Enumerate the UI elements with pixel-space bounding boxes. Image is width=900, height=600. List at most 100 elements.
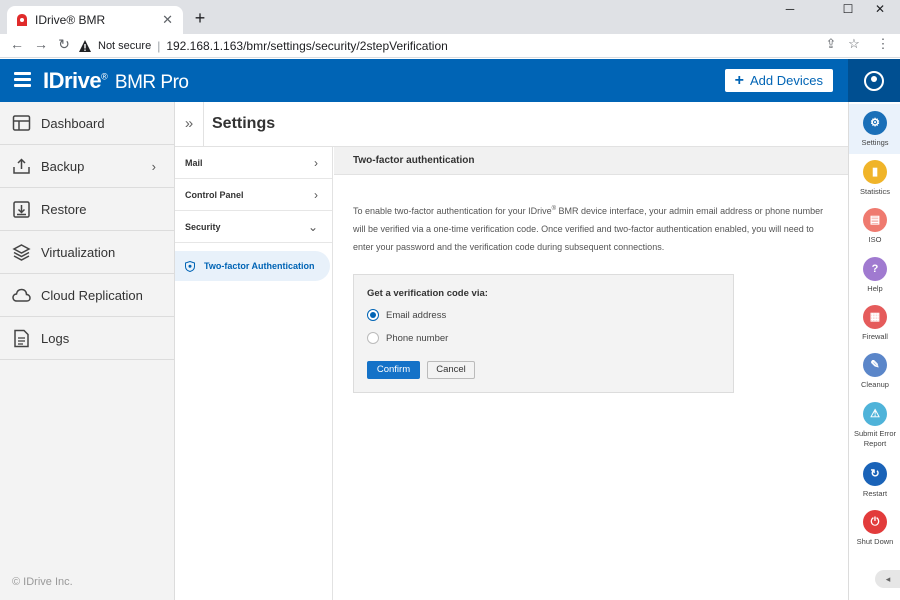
- settings-header: » Settings: [175, 102, 848, 147]
- user-account-area[interactable]: [848, 59, 900, 102]
- left-sidebar: Dashboard Backup › Restore Virtualizatio…: [0, 102, 175, 600]
- brand-logo: IDrive® BMR Pro: [43, 68, 189, 94]
- restart-icon: ↻: [863, 462, 887, 486]
- double-chevron-right-icon[interactable]: »: [175, 102, 204, 147]
- rail-item-restart[interactable]: ↻ Restart: [849, 462, 900, 499]
- email-option-label: Email address: [386, 309, 447, 321]
- idrive-favicon-icon: [17, 14, 27, 26]
- gear-icon: ⚙: [863, 111, 887, 135]
- logs-icon: [14, 329, 29, 347]
- sidebar-item-label: Virtualization: [41, 244, 116, 260]
- sidebar-item-dashboard[interactable]: Dashboard: [0, 102, 174, 145]
- settings-menu-control-panel[interactable]: Control Panel ›: [175, 179, 332, 211]
- forward-icon[interactable]: →: [32, 36, 50, 52]
- rail-item-label: Statistics: [859, 187, 890, 196]
- chart-icon: ▮: [863, 160, 887, 184]
- sidebar-item-cloud-replication[interactable]: Cloud Replication: [0, 274, 174, 317]
- hamburger-menu-icon[interactable]: [14, 72, 31, 87]
- rail-item-help[interactable]: ? Help: [849, 257, 900, 294]
- settings-menu-label: Two-factor Authentication: [204, 261, 315, 271]
- minimize-button[interactable]: ─: [770, 2, 810, 16]
- verification-method-box: Get a verification code via: Email addre…: [353, 274, 734, 393]
- browser-toolbar: ← → ↻ Not secure | 192.168.1.163/bmr/set…: [0, 34, 900, 58]
- settings-menu-label: Security: [185, 221, 221, 232]
- restore-icon: [13, 200, 30, 218]
- rail-item-firewall[interactable]: ▦ Firewall: [849, 305, 900, 342]
- omnibox-separator: |: [157, 39, 161, 53]
- brand-name: IDrive: [43, 68, 102, 93]
- not-secure-label: Not secure: [98, 40, 152, 52]
- chevron-right-icon: ›: [314, 155, 318, 170]
- broom-icon: ✎: [863, 353, 887, 377]
- warning-triangle-icon: [79, 40, 91, 52]
- new-tab-button[interactable]: +: [190, 8, 210, 29]
- document-icon: ▤: [863, 208, 887, 232]
- sidebar-item-label: Logs: [41, 330, 70, 346]
- rail-item-statistics[interactable]: ▮ Statistics: [849, 160, 900, 197]
- rail-item-label: Submit Error Report: [853, 429, 897, 448]
- rail-item-submit-error-report[interactable]: ⚠ Submit Error Report: [849, 402, 900, 449]
- reload-icon[interactable]: ↻: [55, 36, 73, 53]
- rail-item-shut-down[interactable]: ⏻ Shut Down: [849, 510, 900, 547]
- settings-menu-mail[interactable]: Mail ›: [175, 147, 332, 179]
- sidebar-item-label: Cloud Replication: [41, 287, 143, 303]
- rail-item-label: Firewall: [862, 332, 888, 341]
- firewall-icon: ▦: [863, 305, 887, 329]
- bookmark-star-icon[interactable]: ☆: [845, 36, 863, 52]
- settings-menu-security[interactable]: Security ⌄: [175, 211, 332, 243]
- rail-item-label: Help: [867, 284, 883, 293]
- sidebar-item-logs[interactable]: Logs: [0, 317, 174, 360]
- tab-title: IDrive® BMR: [35, 13, 106, 27]
- tab-close-icon[interactable]: ✕: [162, 12, 173, 28]
- layers-icon: [12, 243, 31, 261]
- copyright-text: © IDrive Inc.: [12, 576, 73, 588]
- user-avatar-icon[interactable]: [864, 71, 884, 91]
- sidebar-item-virtualization[interactable]: Virtualization: [0, 231, 174, 274]
- warning-icon: ⚠: [863, 402, 887, 426]
- phone-radio[interactable]: [367, 332, 379, 344]
- settings-menu-label: Mail: [185, 157, 203, 168]
- plus-icon: +: [734, 71, 745, 89]
- cancel-button[interactable]: Cancel: [427, 361, 475, 379]
- add-devices-label: Add Devices: [750, 73, 823, 88]
- dashboard-icon: [12, 114, 31, 131]
- chevron-right-icon: ›: [151, 158, 156, 174]
- chevron-down-icon: ⌄: [307, 219, 318, 234]
- rail-item-label: ISO: [868, 235, 882, 244]
- url-text: 192.168.1.163/bmr/settings/security/2ste…: [166, 39, 448, 53]
- sidebar-item-label: Restore: [41, 201, 87, 217]
- browser-tab-strip: IDrive® BMR ✕ + ─ ☐ ✕: [0, 0, 900, 34]
- browser-tab[interactable]: IDrive® BMR ✕: [7, 6, 183, 34]
- description-text: To enable two-factor authentication for …: [353, 200, 829, 256]
- rail-item-label: Shut Down: [856, 537, 894, 546]
- verification-box-title: Get a verification code via:: [367, 288, 488, 299]
- description-part-1: To enable two-factor authentication for …: [353, 206, 552, 216]
- rail-item-cleanup[interactable]: ✎ Cleanup: [849, 353, 900, 390]
- sidebar-item-backup[interactable]: Backup ›: [0, 145, 174, 188]
- email-radio[interactable]: [367, 309, 379, 321]
- product-name: BMR Pro: [114, 72, 189, 93]
- rail-collapse-toggle[interactable]: ◂: [875, 570, 900, 588]
- window-close-button[interactable]: ✕: [860, 2, 900, 16]
- address-bar[interactable]: Not secure | 192.168.1.163/bmr/settings/…: [78, 36, 868, 56]
- rail-item-label: Restart: [862, 489, 888, 498]
- rail-item-settings[interactable]: ⚙ Settings: [849, 104, 900, 154]
- phone-option-row[interactable]: Phone number: [367, 332, 448, 344]
- phone-option-label: Phone number: [386, 332, 449, 344]
- settings-menu-two-factor[interactable]: Two-factor Authentication: [175, 251, 330, 281]
- back-icon[interactable]: ←: [8, 36, 26, 52]
- confirm-button[interactable]: Confirm: [367, 361, 420, 379]
- rail-item-label: Settings: [861, 138, 889, 147]
- rail-item-iso[interactable]: ▤ ISO: [849, 208, 900, 245]
- sidebar-item-label: Dashboard: [41, 115, 105, 131]
- sidebar-item-restore[interactable]: Restore: [0, 188, 174, 231]
- share-icon[interactable]: ⇪: [822, 36, 840, 52]
- section-heading: Two-factor authentication: [334, 147, 848, 175]
- email-option-row[interactable]: Email address: [367, 309, 446, 321]
- chevron-right-icon: ›: [314, 187, 318, 202]
- cloud-icon: [12, 288, 31, 302]
- rail-item-label: Cleanup: [861, 380, 889, 389]
- app-header: IDrive® BMR Pro + Add Devices: [0, 59, 848, 102]
- add-devices-button[interactable]: + Add Devices: [724, 69, 833, 92]
- browser-menu-icon[interactable]: ⋮: [874, 36, 892, 52]
